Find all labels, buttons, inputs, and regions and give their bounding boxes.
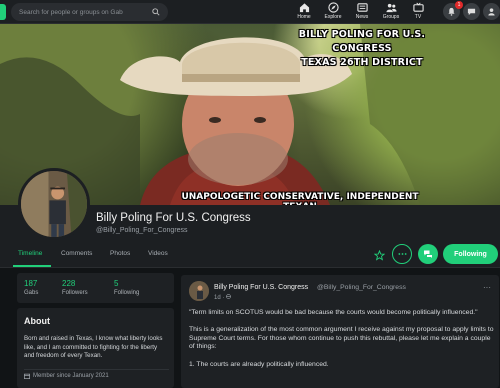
stat-following-label: Following bbox=[114, 290, 140, 296]
home-icon bbox=[299, 3, 309, 13]
tab-videos[interactable]: Videos bbox=[148, 250, 168, 257]
about-divider bbox=[24, 369, 169, 370]
following-button[interactable]: Following bbox=[443, 244, 498, 264]
stat-followers[interactable]: 228 Followers bbox=[62, 279, 88, 296]
stat-gabs-label: Gabs bbox=[24, 290, 39, 296]
tab-comments[interactable]: Comments bbox=[61, 250, 92, 257]
user-avatar-icon bbox=[488, 8, 495, 16]
nav-explore[interactable]: Explore bbox=[318, 1, 348, 23]
member-since-text: Member since January 2021 bbox=[33, 373, 109, 379]
profile-handle: @Billy_Poling_For_Congress bbox=[96, 227, 188, 234]
stat-following[interactable]: 5 Following bbox=[114, 279, 139, 296]
compass-icon bbox=[327, 2, 339, 13]
news-icon bbox=[356, 3, 368, 12]
nav-groups[interactable]: Groups bbox=[376, 1, 406, 23]
post-card: Billy Poling For U.S. Congress @Billy_Po… bbox=[181, 275, 499, 388]
tv-icon bbox=[412, 2, 424, 12]
stat-gabs[interactable]: 187 Gabs bbox=[24, 279, 38, 296]
post-body: "Term limits on SCOTUS would be bad beca… bbox=[189, 309, 495, 378]
nav-tv-label: TV bbox=[414, 14, 422, 20]
cover-title: BILLY POLING FOR U.S. CONGRESS TEXAS 26T… bbox=[282, 28, 442, 70]
post-meta: 1d · bbox=[214, 294, 231, 301]
post-paragraph: "Term limits on SCOTUS would be bad beca… bbox=[189, 309, 478, 316]
stat-gabs-value: 187 bbox=[24, 279, 38, 288]
cover-title-line1: BILLY POLING FOR U.S. CONGRESS bbox=[298, 29, 426, 54]
nav-news[interactable]: News bbox=[347, 1, 377, 23]
nav-home[interactable]: Home bbox=[289, 1, 319, 23]
post-author-name[interactable]: Billy Poling For U.S. Congress bbox=[214, 284, 308, 291]
ellipsis-icon bbox=[397, 253, 407, 255]
search-bar[interactable] bbox=[11, 3, 168, 21]
groups-icon bbox=[385, 3, 397, 13]
stat-followers-label: Followers bbox=[62, 290, 88, 296]
stat-following-value: 5 bbox=[114, 279, 119, 288]
search-input[interactable] bbox=[19, 8, 148, 16]
messages-button[interactable] bbox=[463, 3, 480, 20]
top-nav: Home Explore News Groups TV 1 bbox=[0, 0, 500, 24]
nav-groups-label: Groups bbox=[382, 14, 400, 20]
nav-home-label: Home bbox=[297, 14, 311, 20]
post-options-button[interactable]: ··· bbox=[483, 283, 491, 292]
nav-tv[interactable]: TV bbox=[403, 1, 433, 23]
stat-followers-value: 228 bbox=[62, 279, 76, 288]
post-time[interactable]: 1d · bbox=[214, 295, 224, 301]
profile-name: Billy Poling For U.S. Congress bbox=[96, 212, 251, 224]
notifications-button[interactable]: 1 bbox=[443, 1, 463, 20]
about-panel: About Born and raised in Texas, I know w… bbox=[17, 308, 174, 388]
nav-explore-label: Explore bbox=[324, 14, 342, 20]
message-button[interactable] bbox=[418, 244, 438, 264]
chat-icon bbox=[467, 8, 476, 16]
tab-timeline[interactable]: Timeline bbox=[18, 250, 42, 257]
active-tab-indicator bbox=[13, 265, 51, 267]
bell-icon bbox=[448, 7, 455, 16]
nav-news-label: News bbox=[355, 14, 369, 20]
about-heading: About bbox=[24, 316, 50, 326]
profile-avatar[interactable] bbox=[18, 168, 90, 240]
tab-photos[interactable]: Photos bbox=[110, 250, 130, 257]
search-icon[interactable] bbox=[152, 8, 160, 16]
chat-bubbles-icon bbox=[424, 250, 432, 258]
post-author-avatar-image bbox=[189, 281, 209, 301]
cover-tagline: UNAPOLOGETIC CONSERVATIVE, INDEPENDENT T… bbox=[181, 192, 419, 205]
more-options-button[interactable] bbox=[392, 244, 412, 264]
calendar-icon bbox=[24, 373, 30, 379]
account-menu-button[interactable] bbox=[483, 3, 500, 20]
about-text: Born and raised in Texas, I know what li… bbox=[24, 335, 163, 359]
star-icon[interactable] bbox=[374, 250, 385, 261]
post-paragraph: 1. The courts are already politically in… bbox=[189, 360, 329, 368]
profile-avatar-image bbox=[21, 171, 87, 237]
notification-count-badge: 1 bbox=[455, 1, 463, 9]
cover-title-line2: TEXAS 26TH DISTRICT bbox=[301, 57, 423, 68]
stats-panel: 187 Gabs 228 Followers 5 Following bbox=[17, 273, 174, 303]
post-paragraph: This is a generalization of the most com… bbox=[189, 326, 494, 351]
gab-logo[interactable] bbox=[0, 4, 6, 20]
globe-icon bbox=[226, 294, 231, 299]
post-author-handle[interactable]: @Billy_Poling_For_Congress bbox=[317, 284, 406, 291]
member-since: Member since January 2021 bbox=[24, 373, 109, 379]
post-author-avatar[interactable] bbox=[189, 281, 209, 301]
